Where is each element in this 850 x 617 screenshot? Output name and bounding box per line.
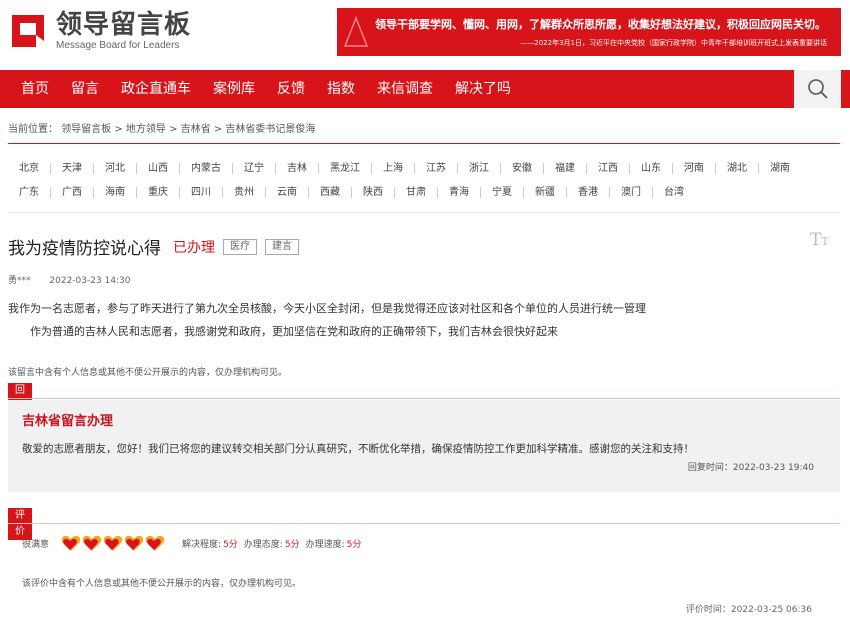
region-link[interactable]: 江西: [587, 162, 630, 174]
tag-medical[interactable]: 医疗: [223, 238, 257, 255]
region-list: 北京 天津 河北 山西 内蒙古 辽宁 吉林 黑龙江 上海 江苏 浙江 安徽 福建 江西 山东 河南 湖北 湖南 广…: [8, 156, 840, 204]
region-link[interactable]: 河北: [94, 162, 137, 174]
region-row-2: 广东 广西 海南 重庆 四川 贵州 云南 西藏 陕西 甘肃 青海 宁夏 新疆 香港 澳门 台湾: [8, 180, 840, 204]
region-link[interactable]: 江苏: [415, 162, 458, 174]
resolve-label: 解决程度:: [182, 539, 222, 550]
reply-organization: 吉林省留言办理: [22, 414, 114, 429]
rating-row: 很满意 解决程度: 5分 办理态度: 5分 办理速度: 5分: [22, 534, 367, 552]
region-row-1: 北京 天津 河北 山西 内蒙古 辽宁 吉林 黑龙江 上海 江苏 浙江 安徽 福建 江西 山东 河南 湖北 湖南: [8, 156, 840, 180]
region-divider: [8, 212, 840, 213]
tag-suggestion[interactable]: 建言: [265, 238, 299, 255]
reply-box: 吉林省留言办理 敬爱的志愿者朋友，您好！我们已将您的建议转交相关部门分认真研究，…: [8, 400, 840, 492]
region-link[interactable]: 澳门: [610, 186, 653, 198]
region-link[interactable]: 北京: [8, 162, 51, 174]
message-privacy-note: 该留言中含有个人信息或其他不便公开展示的内容，仅办理机构可见。: [8, 368, 288, 378]
resolve-score: 5分: [223, 539, 238, 550]
attitude-label: 办理态度:: [243, 539, 283, 550]
region-link[interactable]: 广东: [8, 186, 51, 198]
message-title: 我为疫情防控说心得: [8, 239, 161, 259]
region-link[interactable]: 河南: [673, 162, 716, 174]
heart-icon: [61, 535, 81, 551]
nav-message[interactable]: 留言: [60, 70, 110, 108]
breadcrumb-prefix: 当前位置：: [8, 124, 58, 135]
attitude-score: 5分: [284, 539, 300, 550]
logo-mark-icon: [12, 15, 44, 47]
rating-privacy-note: 该评价中含有个人信息或其他不便公开展示的内容，仅办理机构可见。: [22, 579, 302, 589]
heart-icon: [124, 535, 144, 551]
region-link[interactable]: 陕西: [352, 186, 395, 198]
breadcrumb: 当前位置： 领导留言板 > 地方领导 > 吉林省 > 吉林省委书记景俊海: [8, 120, 315, 135]
message-meta: 勇*** 2022-03-23 14:30: [8, 273, 131, 286]
region-link[interactable]: 浙江: [458, 162, 501, 174]
region-link[interactable]: 贵州: [223, 186, 266, 198]
speed-score: 5分: [346, 539, 362, 550]
region-link[interactable]: 上海: [372, 162, 415, 174]
region-link[interactable]: 吉林: [276, 162, 319, 174]
region-link[interactable]: 黑龙江: [319, 162, 372, 174]
search-button[interactable]: [794, 70, 841, 108]
message-date: 2022-03-23 14:30: [49, 276, 131, 286]
region-link[interactable]: 内蒙古: [180, 162, 233, 174]
nav-resolved[interactable]: 解决了吗: [444, 70, 522, 108]
quote-banner: 领导干部要学网、懂网、用网，了解群众所思所愿，收集好想法好建议，积极回应网民关切…: [337, 8, 841, 56]
message-paragraph-1: 我作为一名志愿者，参与了昨天进行了第九次全员核酸，今天小区全封闭，但是我觉得还应…: [8, 302, 646, 315]
nav-enterprise[interactable]: 政企直通车: [110, 70, 202, 108]
nav-cases[interactable]: 案例库: [202, 70, 266, 108]
region-link[interactable]: 云南: [266, 186, 309, 198]
region-link[interactable]: 安徽: [501, 162, 544, 174]
site-header: 领导留言板 Message Board for Leaders 领导干部要学网、…: [0, 0, 850, 70]
region-link[interactable]: 福建: [544, 162, 587, 174]
region-link[interactable]: 宁夏: [481, 186, 524, 198]
region-link[interactable]: 山东: [630, 162, 673, 174]
heart-icon: [82, 535, 102, 551]
region-link[interactable]: 重庆: [137, 186, 180, 198]
banner-source: ——2022年3月1日，习近平在中央党校（国家行政学院）中青年干部培训班开班式上…: [520, 39, 827, 47]
main-nav: 首页 留言 政企直通车 案例库 反馈 指数 来信调查 解决了吗: [0, 70, 850, 108]
reply-text: 敬爱的志愿者朋友，您好！我们已将您的建议转交相关部门分认真研究，不断优化举措，确…: [22, 443, 694, 455]
nav-home[interactable]: 首页: [10, 70, 60, 108]
speed-label: 办理速度:: [305, 539, 345, 550]
status-badge: 已办理: [173, 239, 215, 256]
region-link[interactable]: 天津: [51, 162, 94, 174]
nav-index[interactable]: 指数: [316, 70, 366, 108]
banner-quote: 领导干部要学网、懂网、用网，了解群众所思所愿，收集好想法好建议，积极回应网民关切…: [375, 18, 826, 31]
region-link[interactable]: 新疆: [524, 186, 567, 198]
site-logo[interactable]: 领导留言板 Message Board for Leaders: [8, 10, 191, 52]
region-link[interactable]: 香港: [567, 186, 610, 198]
message-header: 我为疫情防控说心得 已办理 医疗 建言: [8, 234, 299, 259]
font-size-icon[interactable]: TT: [810, 230, 829, 250]
reply-time: 回复时间：2022-03-23 19:40: [687, 463, 814, 473]
rating-hearts: [61, 534, 166, 552]
message-paragraph-2: 作为普通的吉林人民和志愿者，我感谢党和政府，更加坚信在党和政府的正确带领下，我们…: [30, 325, 558, 338]
rating-overall: 很满意: [22, 539, 50, 550]
region-link[interactable]: 青海: [438, 186, 481, 198]
region-link[interactable]: 西藏: [309, 186, 352, 198]
region-link[interactable]: 山西: [137, 162, 180, 174]
region-link[interactable]: 湖南: [759, 163, 801, 174]
banner-decoration-icon: [343, 16, 369, 47]
logo-subtitle: Message Board for Leaders: [56, 40, 180, 51]
region-link[interactable]: 甘肃: [395, 186, 438, 198]
region-link[interactable]: 广西: [51, 186, 94, 198]
logo-title: 领导留言板: [56, 10, 192, 40]
breadcrumb-divider: [8, 143, 840, 144]
breadcrumb-path[interactable]: 领导留言板 > 地方领导 > 吉林省 > 吉林省委书记景俊海: [61, 124, 315, 135]
region-link[interactable]: 四川: [180, 186, 223, 198]
heart-icon: [145, 535, 165, 551]
nav-survey[interactable]: 来信调查: [366, 70, 444, 108]
region-link[interactable]: 台湾: [653, 187, 695, 198]
region-link[interactable]: 湖北: [716, 162, 759, 174]
search-icon: [807, 79, 828, 99]
rating-time: 评价时间：2022-03-25 06:36: [685, 605, 812, 615]
region-link[interactable]: 辽宁: [233, 162, 276, 174]
message-author: 勇***: [8, 276, 31, 286]
nav-feedback[interactable]: 反馈: [266, 70, 316, 108]
region-link[interactable]: 海南: [94, 186, 137, 198]
heart-icon: [103, 535, 123, 551]
